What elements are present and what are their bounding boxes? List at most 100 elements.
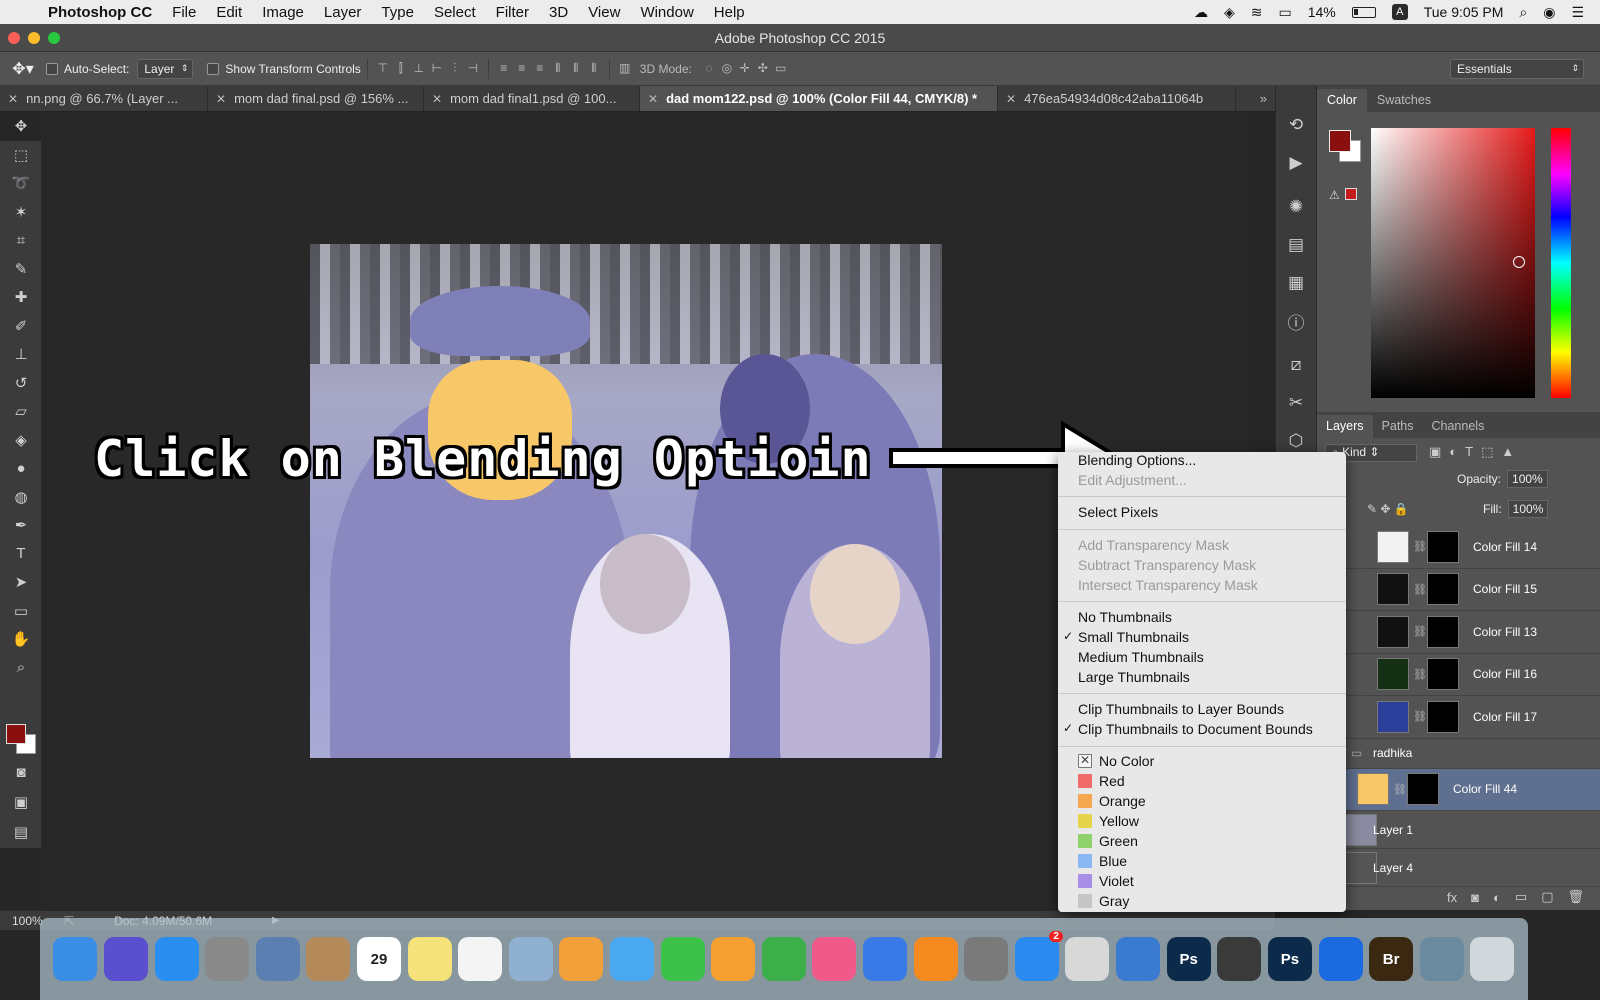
align-top-icon[interactable]: ⊤ xyxy=(374,61,392,77)
close-tab-icon[interactable]: ✕ xyxy=(216,92,226,106)
healing-tool-icon[interactable]: ✚ xyxy=(0,283,42,312)
tab-document-3[interactable]: ✕ mom dad final1.psd @ 100... xyxy=(424,86,640,111)
clock[interactable]: Tue 9:05 PM xyxy=(1424,4,1504,20)
brush-tool-icon[interactable]: ✐ xyxy=(0,312,42,341)
new-group-icon[interactable]: ▭ xyxy=(1515,889,1527,905)
hand-tool-icon[interactable]: ✋ xyxy=(0,625,42,654)
photoshop-icon[interactable]: Ps xyxy=(1166,937,1211,981)
distribute-right-icon[interactable]: ⦀ xyxy=(585,61,603,77)
pages-icon[interactable] xyxy=(711,937,756,981)
menu-3d[interactable]: 3D xyxy=(549,4,568,21)
marquee-tool-icon[interactable]: ⬚ xyxy=(0,141,42,170)
foreground-color-swatch[interactable] xyxy=(6,724,26,744)
3d-orbit-icon[interactable]: ◌ xyxy=(700,61,718,77)
zoom-tool-icon[interactable]: ⌕ xyxy=(0,654,42,683)
path-selection-tool-icon[interactable]: ➤ xyxy=(0,568,42,597)
move-tool-preset-icon[interactable]: ✥▾ xyxy=(0,59,46,79)
fill-control[interactable]: Fill: 100% xyxy=(1483,500,1549,518)
menu-layer[interactable]: Layer xyxy=(324,4,362,21)
ibooks-icon[interactable] xyxy=(913,937,958,981)
reminders-icon[interactable] xyxy=(458,937,503,981)
image-capture-icon[interactable] xyxy=(255,937,300,981)
menu-filter[interactable]: Filter xyxy=(496,4,529,21)
script-editor-icon[interactable] xyxy=(1065,937,1110,981)
blur-tool-icon[interactable]: ● xyxy=(0,454,42,483)
menu-item-small-thumbnails[interactable]: ✓ Small Thumbnails xyxy=(1063,629,1189,648)
trash-icon[interactable] xyxy=(1470,937,1515,981)
libraries-panel-icon[interactable]: ▦ xyxy=(1276,264,1316,302)
close-tab-icon[interactable]: ✕ xyxy=(8,92,18,106)
menu-item-clip-layer-bounds[interactable]: Clip Thumbnails to Layer Bounds xyxy=(1078,701,1284,720)
link-icon[interactable]: ⛓ xyxy=(1413,540,1427,553)
bridge-icon[interactable]: Br xyxy=(1369,937,1414,981)
notes-icon[interactable] xyxy=(407,937,452,981)
tab-document-5[interactable]: ✕ 476ea54934d08c42aba11064b xyxy=(998,86,1236,111)
menu-item-clip-document-bounds[interactable]: ✓ Clip Thumbnails to Document Bounds xyxy=(1063,721,1313,740)
stamp-tool-icon[interactable]: ⊥ xyxy=(0,340,42,369)
link-icon[interactable]: ⛓ xyxy=(1413,668,1427,681)
menu-edit[interactable]: Edit xyxy=(216,4,242,21)
link-icon[interactable]: ⛓ xyxy=(1413,625,1427,638)
menu-item-color-green[interactable]: Green xyxy=(1078,833,1138,852)
creative-cloud-icon[interactable]: ☁ xyxy=(1194,4,1208,21)
3d-roll-icon[interactable]: ◎ xyxy=(718,61,736,77)
link-icon[interactable]: ⛓ xyxy=(1413,710,1427,723)
tab-swatches[interactable]: Swatches xyxy=(1367,89,1441,112)
tool-presets-panel-icon[interactable]: ✂ xyxy=(1276,384,1316,422)
3d-slide-icon[interactable]: ✣ xyxy=(754,61,772,77)
menu-item-medium-thumbnails[interactable]: Medium Thumbnails xyxy=(1078,649,1204,668)
menu-item-color-yellow[interactable]: Yellow xyxy=(1078,813,1139,832)
menu-item-color-red[interactable]: Red xyxy=(1078,773,1125,792)
hue-slider[interactable] xyxy=(1551,128,1571,398)
close-tab-icon[interactable]: ✕ xyxy=(1006,92,1016,106)
xcode-icon[interactable] xyxy=(1116,937,1161,981)
history-brush-tool-icon[interactable]: ↺ xyxy=(0,369,42,398)
actions-panel-icon[interactable]: ▶ xyxy=(1276,144,1316,182)
facetime-icon[interactable] xyxy=(660,937,705,981)
app-menu[interactable]: Photoshop CC xyxy=(48,4,152,21)
align-vcenter-icon[interactable]: ⫿ xyxy=(392,61,410,77)
menu-image[interactable]: Image xyxy=(262,4,304,21)
close-tab-icon[interactable]: ✕ xyxy=(648,92,658,106)
align-hcenter-icon[interactable]: ⫶ xyxy=(446,61,464,77)
lock-icons[interactable]: ✎ ✥ 🔒 xyxy=(1367,502,1409,516)
distribute-top-icon[interactable]: ≡ xyxy=(495,61,513,77)
layer-row[interactable]: ⛓ Color Fill 14 xyxy=(1317,526,1600,569)
align-left-icon[interactable]: ⊢ xyxy=(428,61,446,77)
adjustments-panel-icon[interactable]: ✺ xyxy=(1276,188,1316,226)
distribute-vcenter-icon[interactable]: ≡ xyxy=(513,61,531,77)
layer-row-selected[interactable]: ⛓ Color Fill 44 xyxy=(1317,768,1600,811)
tab-paths[interactable]: Paths xyxy=(1373,415,1423,438)
menu-select[interactable]: Select xyxy=(434,4,476,21)
layer-row[interactable]: ⛓ Color Fill 17 xyxy=(1317,696,1600,739)
spotlight-icon[interactable]: ⌕ xyxy=(1519,4,1527,21)
menu-window[interactable]: Window xyxy=(640,4,693,21)
keynote-icon[interactable] xyxy=(863,937,908,981)
eyedropper-tool-icon[interactable]: ✎ xyxy=(0,255,42,284)
delete-layer-icon[interactable]: 🗑 xyxy=(1567,889,1584,905)
app-store-icon[interactable]: 2 xyxy=(1014,931,1063,981)
notification-center-icon[interactable]: ☰ xyxy=(1571,4,1584,21)
menu-item-color-gray[interactable]: Gray xyxy=(1078,893,1129,912)
numbers-icon[interactable] xyxy=(761,937,806,981)
wifi-icon[interactable]: ≋ xyxy=(1251,4,1263,21)
info-panel-icon[interactable]: ⓘ xyxy=(1276,302,1316,340)
shape-tool-icon[interactable]: ▭ xyxy=(0,597,42,626)
siri-icon[interactable] xyxy=(103,937,148,981)
eraser-tool-icon[interactable]: ▱ xyxy=(0,397,42,426)
dodge-tool-icon[interactable]: ◍ xyxy=(0,483,42,512)
menu-item-color-blue[interactable]: Blue xyxy=(1078,853,1127,872)
gamut-warning-icon[interactable]: ⚠ xyxy=(1329,188,1340,202)
photos-icon[interactable] xyxy=(559,937,604,981)
teamviewer-icon[interactable] xyxy=(1318,937,1363,981)
close-window-button[interactable] xyxy=(8,32,20,44)
tab-document-active[interactable]: ✕ dad mom122.psd @ 100% (Color Fill 44, C… xyxy=(640,86,998,111)
menu-type[interactable]: Type xyxy=(381,4,414,21)
properties-panel-icon[interactable]: ⧄ xyxy=(1276,346,1316,384)
workspace-switcher[interactable]: Essentials xyxy=(1450,58,1584,79)
airplay-icon[interactable]: ▭ xyxy=(1278,4,1291,21)
panel-toggle-icon[interactable]: ▤ xyxy=(0,818,42,847)
color-picker-handle[interactable] xyxy=(1513,256,1525,268)
magic-wand-tool-icon[interactable]: ✶ xyxy=(0,198,42,227)
quick-mask-icon[interactable]: ◙ xyxy=(0,758,42,787)
